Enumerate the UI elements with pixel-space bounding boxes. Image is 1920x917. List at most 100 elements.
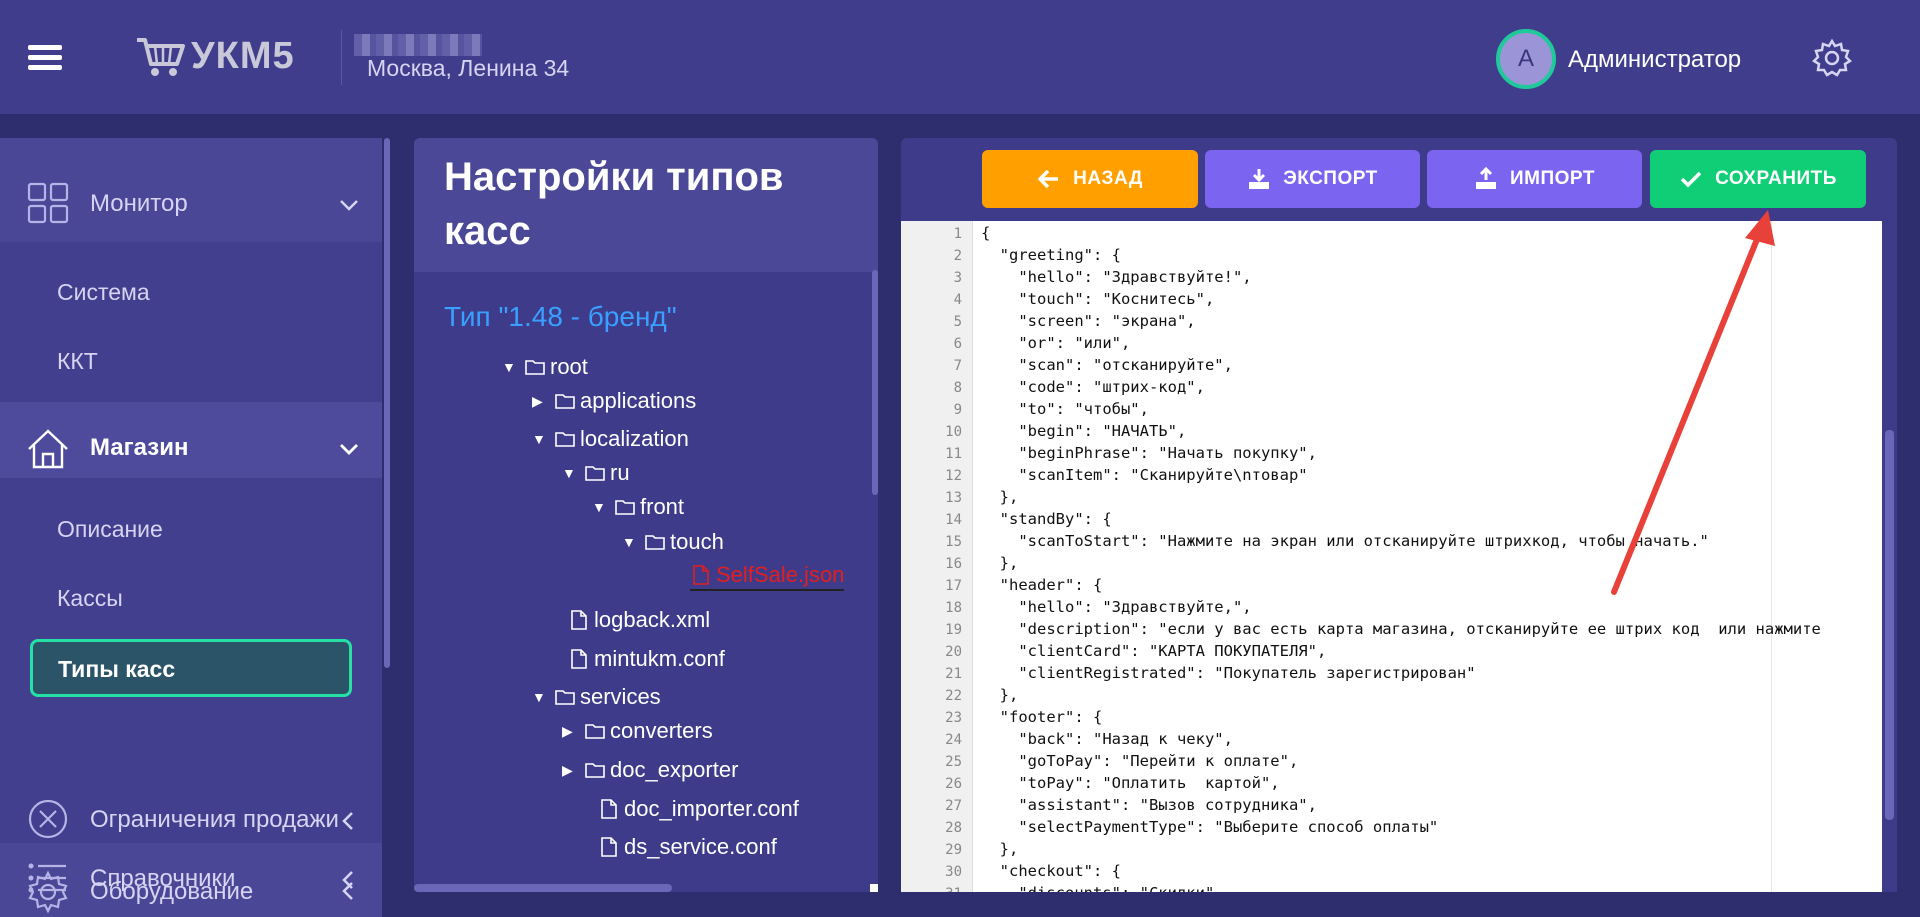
tree-node-label: touch [670,529,724,554]
code-line[interactable]: "clientRegistrated": "Покупатель зарегис… [981,664,1475,682]
chevron-down-icon [340,200,358,211]
code-line[interactable]: "touch": "Коснитесь", [981,290,1214,308]
code-line[interactable]: "goToPay": "Перейти к оплате", [981,752,1298,770]
code-line[interactable]: "checkout": { [981,862,1121,880]
caret-down-icon[interactable]: ▼ [622,534,644,550]
code-line[interactable]: "clientCard": "КАРТА ПОКУПАТЕЛЯ", [981,642,1326,660]
tree-node-logback[interactable]: logback.xml [568,605,710,635]
code-line[interactable]: "code": "штрих-код", [981,378,1205,396]
tree-node-mintukm[interactable]: mintukm.conf [568,644,725,674]
tree-node-doc-importer[interactable]: doc_importer.conf [598,794,799,824]
sidebar-item-label: Монитор [90,190,188,217]
tree-node-localization[interactable]: ▼ localization [532,424,689,454]
tree-node-label: ds_service.conf [624,834,777,859]
code-line[interactable]: }, [981,554,1019,572]
code-line[interactable]: "scanToStart": "Нажмите на экран или отс… [981,532,1709,550]
code-line[interactable]: "scanItem": "Сканируйте\nтовар" [981,466,1307,484]
export-button[interactable]: ЭКСПОРТ [1205,150,1420,208]
tree-node-converters[interactable]: ▶ converters [562,716,713,746]
tree-node-selfsale[interactable]: SelfSale.json [690,561,845,591]
caret-down-icon[interactable]: ▼ [592,499,614,515]
chevron-left-icon [342,812,353,830]
file-icon [571,610,587,630]
line-number: 27 [945,798,962,814]
code-line[interactable]: "greeting": { [981,246,1121,264]
code-line[interactable]: "or": "или", [981,334,1130,352]
code-line[interactable]: "standBy": { [981,510,1112,528]
sidebar-item-monitor[interactable]: Монитор [0,156,382,250]
sidebar-item-ogranicheniya[interactable]: Ограничения продажи [0,782,382,856]
cash-type-label: Тип "1.48 - бренд" [444,301,677,332]
code-line[interactable]: "screen": "экрана", [981,312,1195,330]
code-line[interactable]: }, [981,488,1019,506]
sidebar-item-label: ККТ [57,347,98,374]
store-address: Москва, Ленина 34 [367,55,570,81]
logo[interactable]: УКМ5 [135,34,295,78]
code-line[interactable]: { [981,224,990,242]
tree-node-applications[interactable]: ▶ applications [532,386,696,416]
line-number: 18 [945,600,962,616]
line-number: 30 [945,864,962,880]
scroll-corner [870,884,878,892]
code-line[interactable]: "hello": "Здравствуйте,", [981,598,1251,616]
code-line[interactable]: "assistant": "Вызов сотрудника", [981,796,1317,814]
tree-vertical-scrollbar[interactable] [872,270,878,495]
avatar[interactable]: A [1496,29,1556,89]
caret-down-icon[interactable]: ▼ [532,689,554,705]
code-line[interactable]: "to": "чтобы", [981,400,1149,418]
code-line[interactable]: "discounts": "Скидки", [981,884,1223,892]
tree-node-label: services [580,684,661,709]
folder-icon [615,500,635,515]
tree-header: Настройки типов касс [414,138,878,272]
caret-down-icon[interactable]: ▼ [502,359,524,375]
editor-scrollbar[interactable] [1885,430,1894,820]
menu-toggle-icon[interactable] [28,45,62,71]
caret-right-icon[interactable]: ▶ [562,723,584,740]
download-icon [1249,169,1270,189]
caret-down-icon[interactable]: ▼ [532,431,554,447]
code-line[interactable]: "toPay": "Оплатить картой", [981,774,1279,792]
code-line[interactable]: "selectPaymentType": "Выберите способ оп… [981,818,1438,836]
folder-icon [585,763,605,778]
tree-node-front[interactable]: ▼ front [592,492,684,522]
sidebar-item-sistema[interactable]: Система [0,258,382,326]
code-line[interactable]: }, [981,840,1019,858]
sidebar-item-tipy-kass[interactable]: Типы касс [30,639,352,697]
code-line[interactable]: }, [981,686,1019,704]
sidebar-item-kkt[interactable]: ККТ [0,327,382,395]
code-line[interactable]: "description": "если у вас есть карта ма… [981,620,1821,638]
tree-node-root[interactable]: ▼ root [502,352,588,382]
code-editor[interactable]: 1 2 3 4 5 6 7 8 9 10 11 12 13 14 15 16 17 18 19 20 21 22 23 24 2… [901,221,1882,892]
import-button[interactable]: ИМПОРТ [1427,150,1642,208]
tree-horizontal-scrollbar[interactable] [414,884,672,892]
tree-node-touch[interactable]: ▼ touch [622,527,724,557]
caret-down-icon[interactable]: ▼ [562,465,584,481]
line-number: 14 [945,512,962,528]
caret-right-icon[interactable]: ▶ [562,762,584,779]
line-number: 7 [953,358,962,374]
tree-node-ru[interactable]: ▼ ru [562,458,630,488]
tree-node-services[interactable]: ▼ services [532,682,661,712]
code-line[interactable]: "header": { [981,576,1103,594]
code-line[interactable]: "begin": "НАЧАТЬ", [981,422,1186,440]
gear-icon[interactable] [1812,38,1852,78]
line-number: 9 [953,402,962,418]
username[interactable]: Администратор [1568,46,1741,74]
save-button[interactable]: СОХРАНИТЬ [1650,150,1866,208]
sidebar-item-kassy[interactable]: Кассы [0,564,382,632]
sidebar-item-opisanie[interactable]: Описание [0,495,382,563]
tree-node-doc-exporter[interactable]: ▶ doc_exporter [562,755,738,785]
folder-icon [585,724,605,739]
sidebar-scrollbar[interactable] [384,138,390,668]
line-number: 26 [945,776,962,792]
back-button[interactable]: НАЗАД [982,150,1198,208]
code-line[interactable]: "scan": "отсканируйте", [981,356,1233,374]
tree-node-ds-service[interactable]: ds_service.conf [598,832,777,862]
caret-right-icon[interactable]: ▶ [532,393,554,410]
line-number: 23 [945,710,962,726]
code-line[interactable]: "back": "Назад к чеку", [981,730,1233,748]
sidebar-item-oborudovanie[interactable]: Оборудование [0,856,382,917]
code-line[interactable]: "footer": { [981,708,1103,726]
code-line[interactable]: "hello": "Здравствуйте!", [981,268,1251,286]
code-line[interactable]: "beginPhrase": "Начать покупку", [981,444,1317,462]
